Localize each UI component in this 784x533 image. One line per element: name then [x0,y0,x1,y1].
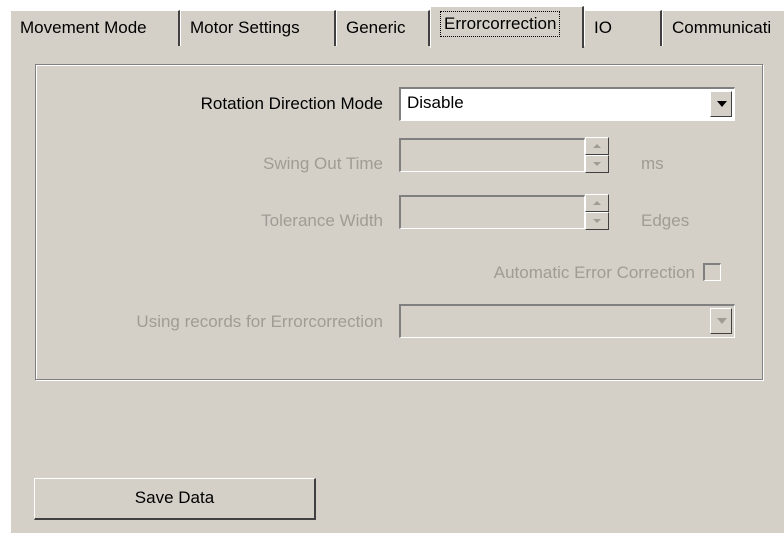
arrow-up-icon [593,201,601,205]
swing-out-time-unit: ms [641,154,664,173]
chevron-down-icon [717,318,727,324]
spin-down-button[interactable] [585,155,609,173]
tab-motor-settings[interactable]: Motor Settings [180,10,336,46]
tab-label: Communicati [672,18,772,37]
rotation-direction-mode-label: Rotation Direction Mode [200,94,383,113]
tab-label: Generic [346,18,406,37]
tolerance-width-spinner[interactable] [585,194,609,230]
swing-out-time-input[interactable] [399,138,585,172]
window: Rotation Direction Mode Disable Swing Ou… [0,0,784,533]
tab-io[interactable]: IO [584,10,662,46]
tab-panel-errorcorrection: Rotation Direction Mode Disable Swing Ou… [10,41,784,533]
spin-down-button[interactable] [585,212,609,230]
swing-out-time-label: Swing Out Time [263,154,383,173]
using-records-label: Using records for Errorcorrection [136,312,383,331]
using-records-select[interactable] [399,304,735,338]
automatic-error-correction-label: Automatic Error Correction [493,263,695,282]
tab-strip: Movement Mode Motor Settings Generic Err… [10,6,784,48]
swing-out-time-spinner[interactable] [585,137,609,173]
spin-up-button[interactable] [585,137,609,155]
dropdown-button[interactable] [710,91,732,117]
tab-movement-mode[interactable]: Movement Mode [10,10,180,46]
tab-label: Motor Settings [190,18,300,37]
automatic-error-correction-checkbox[interactable] [703,263,721,281]
tab-communication[interactable]: Communicati [662,10,784,46]
save-data-button[interactable]: Save Data [34,478,316,520]
tab-label: Errorcorrection [440,11,561,37]
arrow-down-icon [593,219,601,223]
tolerance-width-label: Tolerance Width [261,211,383,230]
arrow-up-icon [593,144,601,148]
tab-errorcorrection[interactable]: Errorcorrection [430,6,584,48]
spin-up-button[interactable] [585,194,609,212]
dropdown-button[interactable] [710,308,732,334]
arrow-down-icon [593,162,601,166]
rotation-direction-mode-select[interactable]: Disable [399,87,735,121]
tab-label: IO [594,18,612,37]
tolerance-width-unit: Edges [641,211,690,230]
tab-generic[interactable]: Generic [336,10,430,46]
tolerance-width-input[interactable] [399,195,585,229]
rotation-direction-mode-value: Disable [407,93,464,112]
tab-label: Movement Mode [20,18,147,37]
chevron-down-icon [717,101,727,107]
